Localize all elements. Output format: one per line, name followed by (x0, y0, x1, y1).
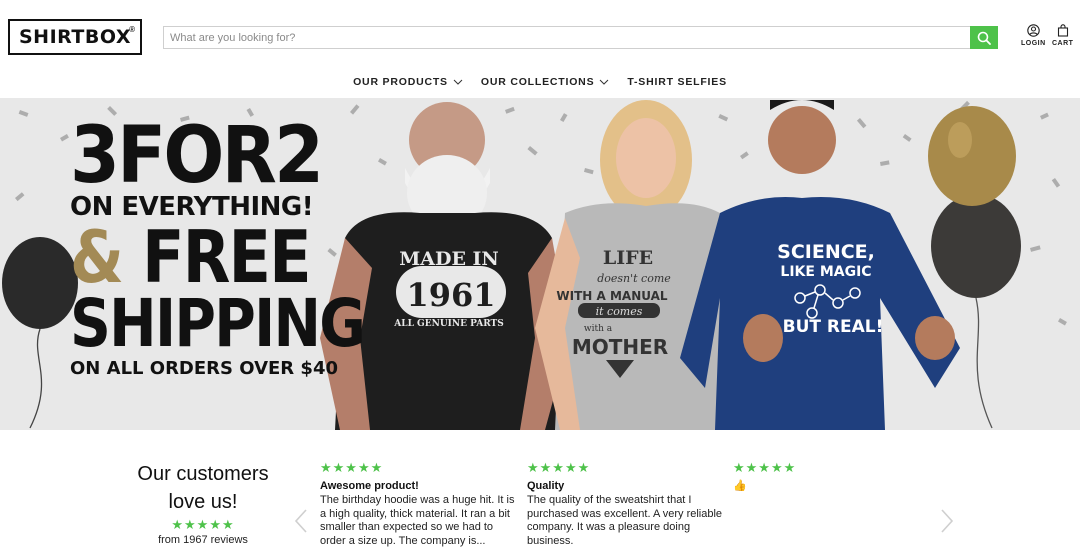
nav-our-collections[interactable]: OUR COLLECTIONS (481, 76, 610, 88)
search-bar (163, 26, 998, 49)
rating-stars: ★★★★★ (171, 517, 235, 532)
review-title: Awesome product! (320, 480, 419, 492)
nav-our-products[interactable]: OUR PRODUCTS (353, 76, 463, 88)
review-body: The quality of the sweatshirt that I pur… (527, 494, 723, 547)
review-card[interactable]: ★★★★★ Awesome product! The birthday hood… (320, 460, 516, 548)
nav-label: OUR COLLECTIONS (480, 76, 595, 88)
shirt3-but-real: BUT REAL! (783, 317, 884, 337)
shopping-bag-icon (1057, 24, 1068, 37)
promo-free: & FREE (70, 221, 364, 293)
reviews-next-button[interactable] (940, 508, 954, 539)
registered-mark: ® (129, 25, 135, 34)
chevron-down-icon (600, 79, 609, 85)
login-label: LOGIN (1021, 40, 1046, 47)
review-body: 👍 (733, 480, 747, 492)
logo-text: SHIRTBOX (19, 26, 131, 48)
shirt2-with-a: with a (584, 324, 613, 334)
reviews-prev-button[interactable] (294, 508, 308, 539)
login-button[interactable]: LOGIN (1021, 24, 1046, 47)
cart-label: CART (1052, 40, 1074, 47)
promo-shipping: SHIPPING (70, 285, 366, 362)
chevron-left-icon (294, 509, 307, 533)
nav-tshirt-selfies[interactable]: T-SHIRT SELFIES (627, 76, 727, 88)
promo-3for2: 3FOR2 (70, 111, 324, 201)
review-title: Quality (527, 480, 565, 492)
review-card[interactable]: ★★★★★ 👍 (733, 460, 929, 494)
shirt2-doesnt-come: doesn't come (597, 272, 671, 285)
shirt1-year: 1961 (406, 276, 495, 314)
review-card[interactable]: ★★★★★ Quality The quality of the sweatsh… (527, 460, 723, 548)
reviews-heading-line1: Our customers (137, 463, 269, 485)
review-stars: ★★★★★ (527, 460, 591, 475)
review-stars: ★★★★★ (733, 460, 797, 475)
review-stars: ★★★★★ (320, 460, 384, 475)
hero-banner[interactable]: MADE IN 1961 ALL GENUINE PARTS LIFE does… (0, 98, 1080, 430)
shirt2-with-a-manual: WITH A MANUAL (556, 289, 668, 303)
search-icon (977, 31, 991, 45)
chevron-right-icon (941, 509, 954, 533)
nav-label: OUR PRODUCTS (353, 76, 448, 88)
search-input[interactable] (164, 27, 971, 48)
user-icon (1027, 24, 1040, 37)
reviews-heading-line2: love us! (168, 491, 238, 513)
shirt2-life: LIFE (603, 247, 653, 269)
reviews-summary: Our customers love us! ★★★★★ from 1967 r… (120, 460, 286, 546)
nav-label: T-SHIRT SELFIES (627, 76, 727, 88)
search-button[interactable] (970, 26, 998, 49)
shirt2-mother: MOTHER (572, 335, 668, 359)
review-count[interactable]: from 1967 reviews (120, 534, 286, 546)
shirtbox-logo[interactable]: SHIRTBOX ® (8, 19, 142, 55)
shirt3-science: SCIENCE, (777, 241, 875, 263)
cart-button[interactable]: CART (1052, 24, 1073, 47)
shirt3-like-magic: LIKE MAGIC (780, 264, 871, 280)
promo-headline: 3FOR2 ON EVERYTHING! & FREE SHIPPING ON … (70, 111, 412, 380)
chevron-down-icon (453, 79, 463, 85)
shirt1-made-in: MADE IN (399, 248, 499, 270)
main-nav: OUR PRODUCTS OUR COLLECTIONS T-SHIRT SEL… (0, 73, 1080, 91)
shirt2-it-comes: it comes (596, 305, 643, 318)
review-body: The birthday hoodie was a huge hit. It i… (320, 494, 515, 547)
